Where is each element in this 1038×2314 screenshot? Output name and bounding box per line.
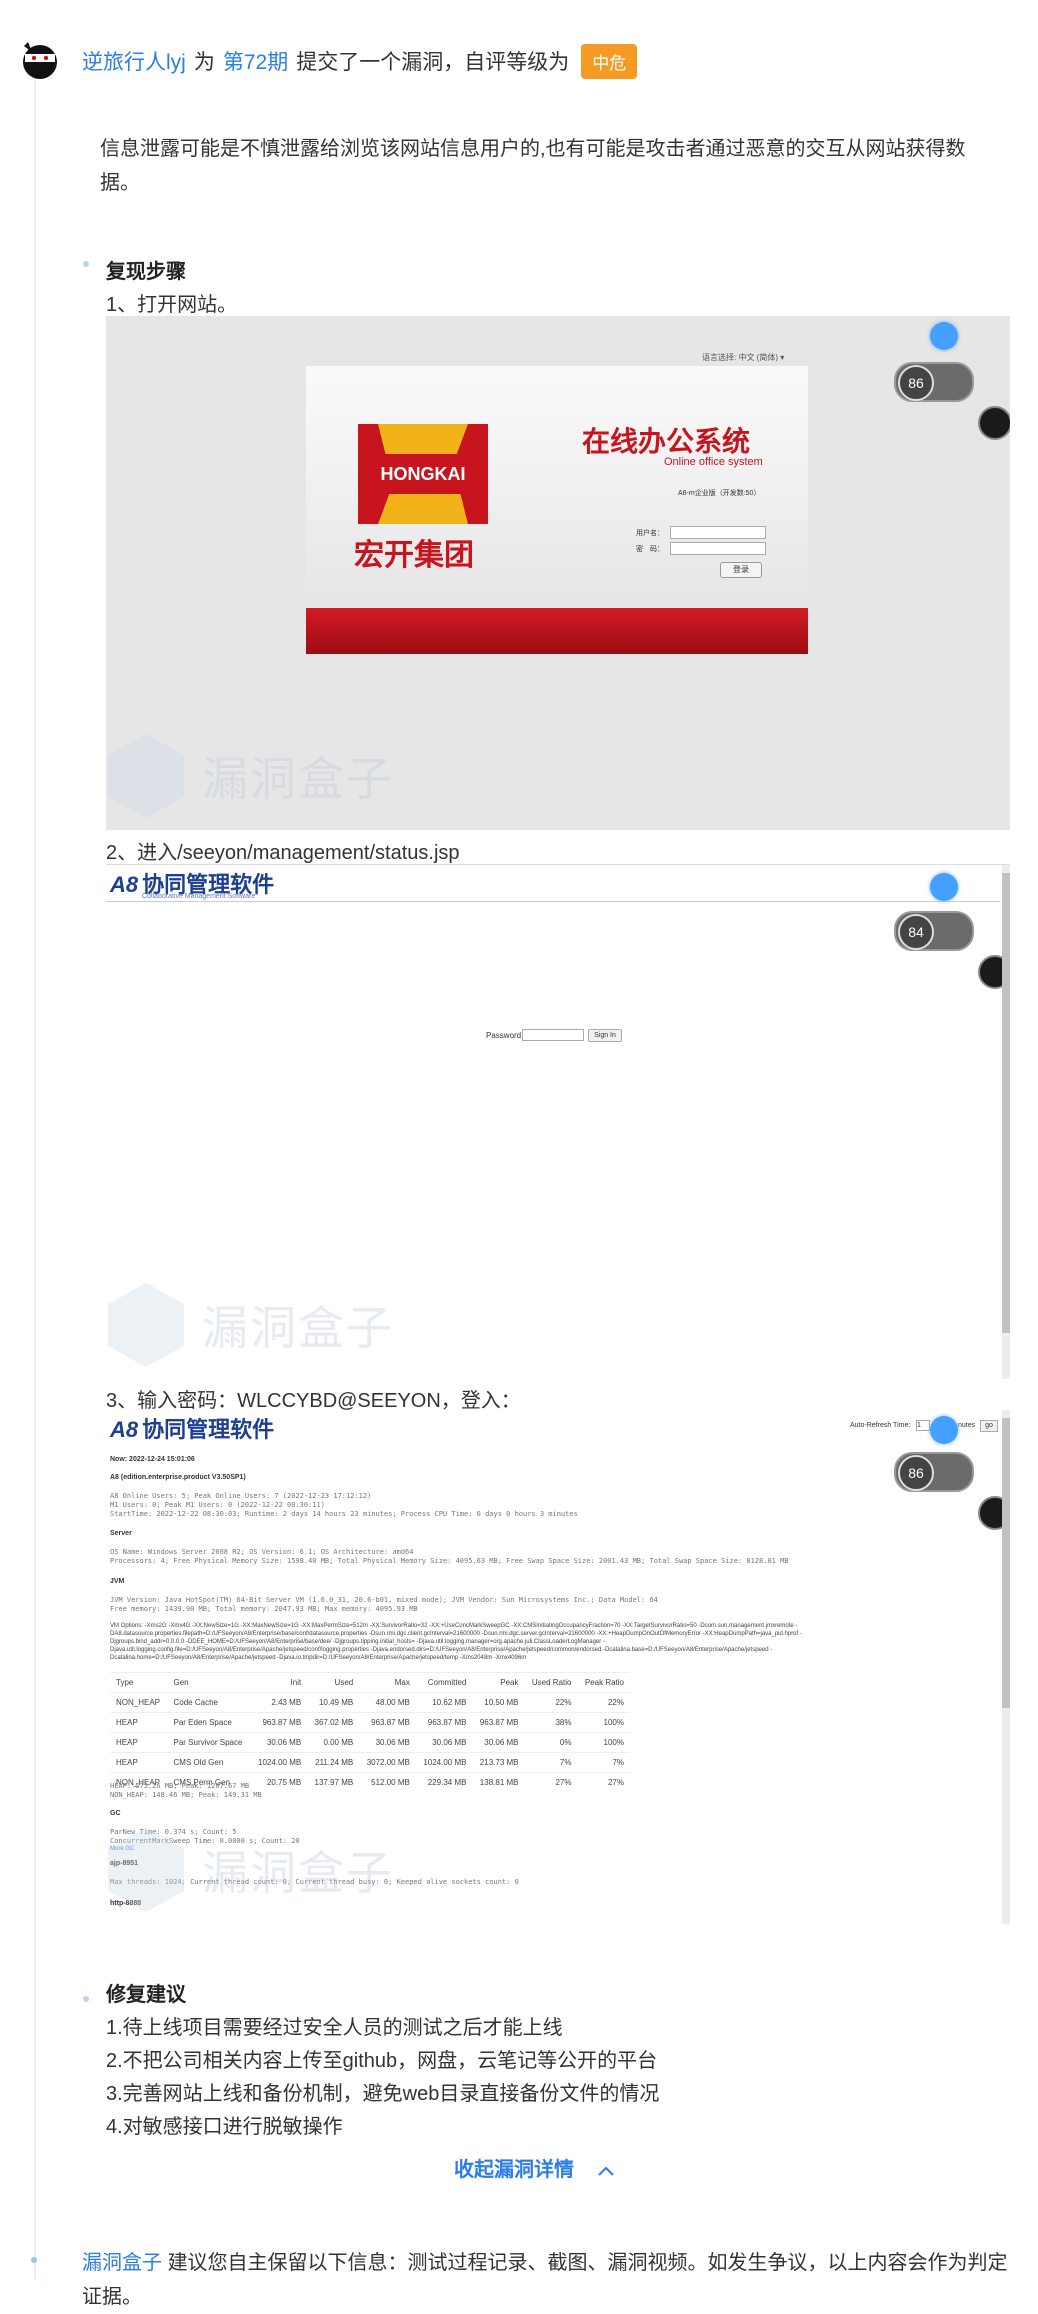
- screenshot-status-page: A8 协同管理软件 Auto-Refresh Time: 1 nutes go N…: [106, 1410, 1010, 1924]
- watermark: 漏洞盒子: [108, 1283, 394, 1367]
- step-2: 2、进入/seeyon/management/status.jsp: [106, 842, 460, 864]
- fix-item-2: 2.不把公司相关内容上传至github，网盘，云笔记等公开的平台: [106, 2050, 658, 2072]
- speed-value: 84: [898, 914, 934, 950]
- scrollbar[interactable]: [1002, 865, 1010, 1379]
- table-row: HEAP Par Survivor Space 30.06 MB 0.00 MB 30.…: [110, 1732, 630, 1753]
- system-title: 在线办公系统: [582, 426, 751, 457]
- table-header-row: Type Gen Init Used Max Committed Peak Used Rati…: [110, 1672, 630, 1693]
- header-text-submitted: 提交了一个漏洞，自评等级为: [296, 51, 570, 74]
- severity-badge: 中危: [581, 43, 638, 79]
- auto-refresh-unit: nutes: [958, 1422, 976, 1429]
- table-row: HEAP Par Eden Space 963.87 MB 367.02 MB 963.…: [110, 1712, 630, 1733]
- jvm-memory: Free memory: 1439.90 MB; Total memory: 2…: [110, 1605, 418, 1613]
- collapse-details-button[interactable]: 收起漏洞详情: [454, 2153, 614, 2182]
- username-link[interactable]: 逆旅行人lyj: [82, 46, 186, 76]
- avatar[interactable]: [22, 38, 58, 84]
- floating-black-dot[interactable]: [978, 406, 1010, 440]
- timeline-line: [34, 60, 36, 2280]
- speed-widget: 84: [894, 911, 974, 951]
- scrollbar-thumb[interactable]: [1002, 1418, 1010, 1708]
- server-heading: Server: [110, 1530, 132, 1537]
- system-subtitle: Online office system: [664, 456, 763, 468]
- auto-refresh-label: Auto-Refresh Time:: [850, 1422, 911, 1429]
- a8-logo-subtitle: Collaborative Management Software: [142, 893, 256, 900]
- username-label: 用户名：: [636, 530, 664, 537]
- submission-header: 逆旅行人lyj 为 第72期 提交了一个漏洞，自评等级为 中危: [82, 40, 638, 82]
- password-input[interactable]: [670, 542, 766, 555]
- password-label: 密 码：: [636, 546, 664, 553]
- watermark-hexagon-icon: [108, 1828, 184, 1912]
- watermark-text: 漏洞盒子: [202, 753, 394, 805]
- start-time: StartTime: 2022-12-22 08:30:03; Runtime:…: [110, 1510, 578, 1518]
- chevron-up-icon: [597, 2159, 614, 2181]
- memory-pool-table: Type Gen Init Used Max Committed Peak Used Rati…: [110, 1672, 630, 1792]
- company-name: 宏开集团: [354, 539, 474, 572]
- header-text-for: 为: [193, 51, 215, 74]
- server-os: OS Name: Windows Server 2008 R2; OS Vers…: [110, 1548, 414, 1556]
- fix-item-4: 4.对敏感接口进行脱敏操作: [106, 2116, 343, 2138]
- screenshot-login-page: 语言选择: 中文 (简体) ▾ HONGKAI 宏开集团 在线办公系统 Onli…: [106, 316, 1010, 830]
- m1-users: M1 Users: 0; Peak M1 Users: 0 (2022-12-2…: [110, 1501, 325, 1509]
- watermark-hexagon-icon: [108, 1283, 184, 1367]
- footer-text: 建议您自主保留以下信息：测试过程记录、截图、漏洞视频。如发生争议，以上内容会作为…: [82, 2252, 1008, 2308]
- step-3: 3、输入密码：WLCCYBD@SEEYON，登入：: [106, 1390, 521, 1412]
- loudong-box-link[interactable]: 漏洞盒子: [82, 2252, 162, 2274]
- edition-label: A8-m企业版（开发数:50）: [678, 490, 761, 497]
- red-footer-band: [306, 608, 808, 654]
- now-time: Now: 2022-12-24 15:01:06: [110, 1456, 195, 1463]
- speed-value: 86: [898, 365, 934, 401]
- product-edition: A8 (edition.enterprise.product V3.50SP1): [110, 1474, 246, 1481]
- ninja-avatar-icon: [23, 42, 57, 79]
- language-select: 语言选择: 中文 (简体) ▾: [702, 353, 785, 362]
- hongkai-logo: HONGKAI: [358, 424, 488, 524]
- floating-blue-dot[interactable]: [930, 873, 958, 901]
- speed-widget: 86: [894, 362, 974, 402]
- login-button[interactable]: 登录: [720, 562, 762, 578]
- header-divider: [106, 901, 1000, 902]
- server-processors: Processors: 4; Free Physical Memory Size…: [110, 1557, 789, 1565]
- fix-item-3: 3.完善网站上线和备份机制，避免web目录直接备份文件的情况: [106, 2083, 660, 2105]
- step-1: 1、打开网站。: [106, 294, 238, 316]
- list-bullet: [83, 261, 89, 267]
- intro-description: 信息泄露可能是不慎泄露给浏览该网站信息用户的,也有可能是攻击者通过恶意的交互从网…: [100, 138, 966, 194]
- jvm-heading: JVM: [110, 1578, 125, 1585]
- table-row: HEAP CMS Old Gen 1024.00 MB 211.24 MB 3072.0…: [110, 1752, 630, 1773]
- watermark-text: 漏洞盒子: [202, 1847, 394, 1899]
- login-panel: HONGKAI 宏开集团 在线办公系统 Online office system…: [306, 366, 808, 654]
- heap-summary: HEAP: 575.26 MB; Peak: 1207.67 MB: [110, 1782, 250, 1790]
- username-input[interactable]: [670, 526, 766, 539]
- scrollbar-thumb[interactable]: [1002, 873, 1010, 1333]
- auto-refresh-input[interactable]: 1: [916, 1420, 930, 1431]
- online-users: A8 Online Users: 5; Peak Online Users: 7…: [110, 1492, 372, 1500]
- sign-in-button[interactable]: Sign In: [588, 1029, 622, 1042]
- password-input[interactable]: [522, 1029, 584, 1041]
- watermark-text: 漏洞盒子: [202, 1302, 394, 1354]
- fix-item-1: 1.待上线项目需要经过安全人员的测试之后才能上线: [106, 2017, 563, 2039]
- table-row: NON_HEAP Code Cache 2.43 MB 10.49 MB 48.00 M…: [110, 1692, 630, 1713]
- list-bullet: [83, 1996, 89, 2002]
- gc-heading: GC: [110, 1810, 121, 1817]
- speed-value: 86: [898, 1455, 934, 1491]
- go-button[interactable]: go: [980, 1420, 998, 1432]
- vm-options: VM Options: -Xms2G -Xmx4G -XX:NewSize=1G…: [110, 1623, 802, 1661]
- footer-note: 漏洞盒子 建议您自主保留以下信息：测试过程记录、截图、漏洞视频。如发生争议，以上…: [82, 2246, 1012, 2314]
- watermark: 漏洞盒子: [108, 734, 394, 818]
- jvm-version: JVM Version: Java HotSpot(TM) 64-Bit Ser…: [110, 1596, 658, 1604]
- brand-text: HONGKAI: [380, 464, 466, 484]
- password-label: Password:: [486, 1031, 524, 1040]
- floating-blue-dot[interactable]: [930, 322, 958, 350]
- watermark-hexagon-icon: [108, 734, 184, 818]
- screenshot-status-login: A8 协同管理软件 Collaborative Management Softwa…: [106, 864, 1010, 1379]
- watermark: 漏洞盒子: [108, 1828, 394, 1912]
- nonheap-summary: NON_HEAP: 148.46 MB; Peak: 149.31 MB: [110, 1791, 262, 1799]
- collapse-label: 收起漏洞详情: [454, 2159, 574, 2181]
- steps-title: 复现步骤: [106, 261, 186, 283]
- floating-blue-dot[interactable]: [930, 1416, 958, 1444]
- fix-title: 修复建议: [106, 1984, 186, 2006]
- a8-logo: A8 协同管理软件: [110, 1417, 275, 1442]
- scrollbar[interactable]: [1002, 1410, 1010, 1924]
- timeline-dot: [31, 2257, 37, 2263]
- speed-widget: 86: [894, 1452, 974, 1492]
- issue-link[interactable]: 第72期: [223, 46, 288, 76]
